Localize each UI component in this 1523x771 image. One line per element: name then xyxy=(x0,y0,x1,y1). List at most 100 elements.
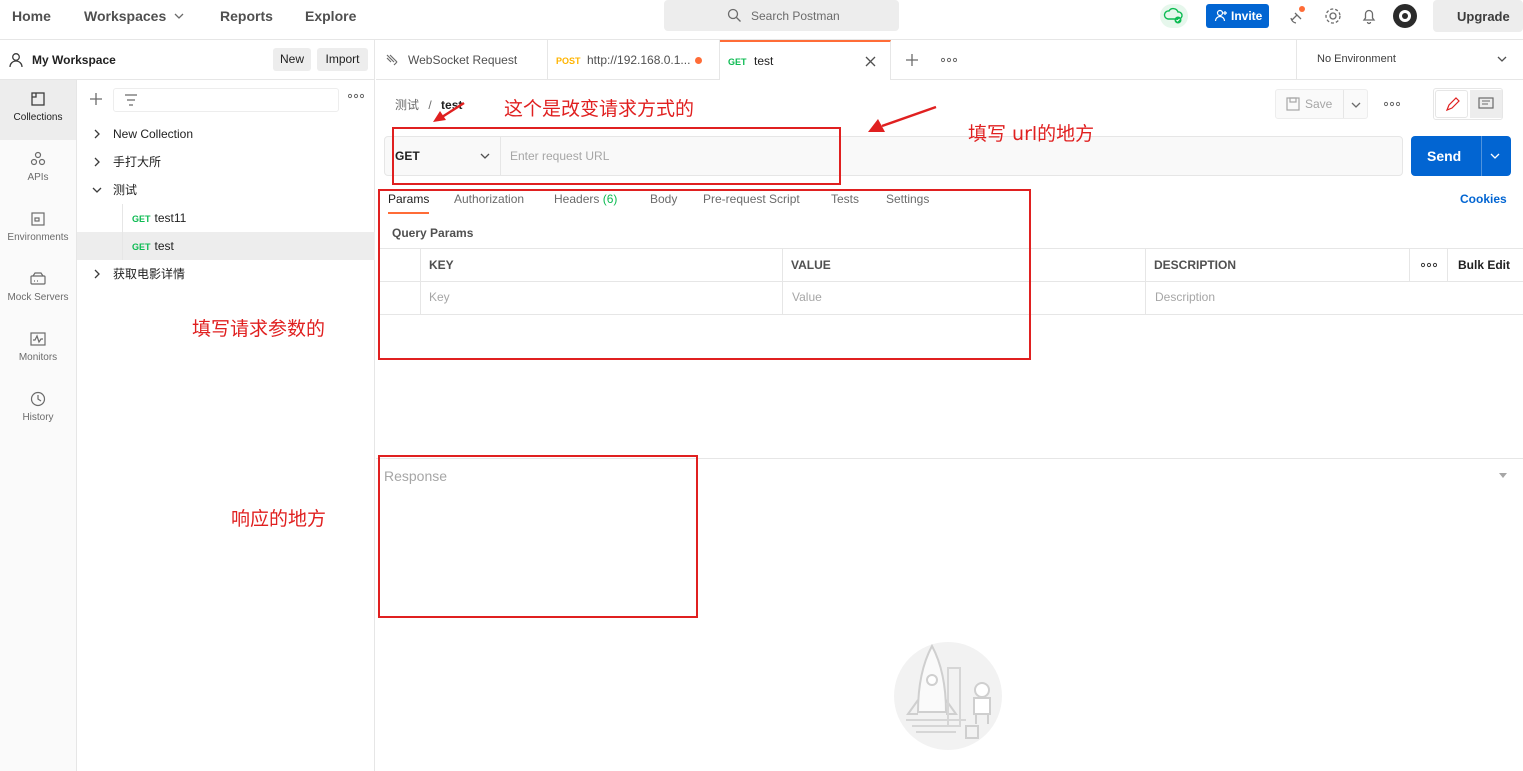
tab-label: WebSocket Request xyxy=(408,53,518,67)
column-header-description: DESCRIPTION xyxy=(1154,258,1237,272)
environment-selector[interactable]: No Environment xyxy=(1296,40,1523,79)
chevron-down-icon xyxy=(92,186,102,194)
top-bar: Home Workspaces Reports Explore Search P… xyxy=(0,0,1523,40)
sidebar-item-label: APIs xyxy=(27,172,49,183)
bulk-edit-link[interactable]: Bulk Edit xyxy=(1458,258,1510,272)
sidebar-item-apis[interactable]: APIs xyxy=(0,140,76,200)
sync-icon[interactable] xyxy=(1160,4,1188,28)
upgrade-button[interactable]: Upgrade xyxy=(1433,0,1523,32)
search-placeholder: Search Postman xyxy=(751,9,840,23)
table-border xyxy=(1409,248,1410,281)
tree-item-collection[interactable]: 获取电影详情 xyxy=(77,260,375,288)
gear-icon[interactable] xyxy=(1323,6,1343,26)
edit-icon[interactable] xyxy=(1435,90,1468,118)
new-button[interactable]: New xyxy=(273,48,311,71)
tab-label: test xyxy=(754,54,774,68)
tab-label: http://192.168.0.1... xyxy=(587,53,691,67)
avatar[interactable] xyxy=(1393,4,1417,28)
monitor-icon xyxy=(29,330,47,348)
annotation-url: 填写 url的地方 xyxy=(968,123,1095,145)
annotation-arrow-url xyxy=(866,104,940,136)
rocket-illustration xyxy=(886,640,1008,752)
nav-workspaces[interactable]: Workspaces xyxy=(84,0,184,40)
nav-explore[interactable]: Explore xyxy=(305,0,356,40)
sidebar-item-label: Collections xyxy=(13,112,63,123)
send-label: Send xyxy=(1427,148,1462,164)
server-icon xyxy=(29,270,47,288)
more-icon[interactable] xyxy=(1384,101,1400,107)
comment-icon[interactable] xyxy=(1470,90,1502,118)
environments-icon xyxy=(29,210,47,228)
sidebar-item-history[interactable]: History xyxy=(0,380,76,440)
sidebar-rail: Collections APIs Environments Mock Serve… xyxy=(0,80,77,771)
close-icon[interactable] xyxy=(865,56,876,67)
divider xyxy=(1343,90,1344,118)
table-border xyxy=(1447,248,1448,281)
sidebar-item-collections[interactable]: Collections xyxy=(0,80,76,140)
tab-bar: WebSocket Request POST http://192.168.0.… xyxy=(376,40,1523,80)
bell-icon[interactable] xyxy=(1359,6,1379,26)
history-icon xyxy=(29,390,47,408)
tree-item-label: test xyxy=(154,239,174,253)
more-icon[interactable] xyxy=(1421,262,1437,268)
sidebar-item-monitors[interactable]: Monitors xyxy=(0,320,76,380)
import-button[interactable]: Import xyxy=(317,48,368,71)
tab-websocket[interactable]: WebSocket Request xyxy=(376,40,548,79)
method-badge: POST xyxy=(556,56,581,66)
description-input[interactable]: Description xyxy=(1155,290,1215,304)
sidebar-item-label: Mock Servers xyxy=(7,292,69,303)
save-icon xyxy=(1286,97,1300,111)
breadcrumb-parent[interactable]: 测试 xyxy=(395,98,419,112)
search-icon xyxy=(727,8,742,23)
table-border xyxy=(1145,248,1146,314)
invite-label: Invite xyxy=(1231,9,1263,23)
tree-item-collection[interactable]: 测试 xyxy=(77,176,375,204)
filter-icon xyxy=(124,94,138,106)
more-icon[interactable] xyxy=(348,93,364,99)
cookies-link[interactable]: Cookies xyxy=(1460,192,1507,206)
send-button[interactable]: Send xyxy=(1411,136,1511,176)
chevron-down-icon[interactable] xyxy=(1351,101,1361,109)
tree-item-label: 手打大所 xyxy=(113,155,162,169)
plus-icon[interactable] xyxy=(89,92,103,106)
chevron-down-icon[interactable] xyxy=(1490,152,1500,160)
tree-guide xyxy=(122,204,123,232)
nav-reports[interactable]: Reports xyxy=(220,0,273,40)
annotation-arrow-method xyxy=(430,100,470,124)
invite-button[interactable]: Invite xyxy=(1206,4,1269,28)
user-icon xyxy=(9,52,23,68)
tab-get-test[interactable]: GET test xyxy=(720,40,891,80)
tree-item-collection[interactable]: New Collection xyxy=(77,120,375,148)
chevron-down-icon xyxy=(174,11,184,21)
tree-item-request[interactable]: GET test11 xyxy=(77,204,375,232)
tree-item-collection[interactable]: 手打大所 xyxy=(77,148,375,176)
sidebar-item-label: Monitors xyxy=(18,352,58,363)
tree-item-label: 获取电影详情 xyxy=(113,267,186,281)
nav-home[interactable]: Home xyxy=(12,0,51,40)
tree-item-label: 测试 xyxy=(113,183,138,197)
caret-down-icon[interactable] xyxy=(1498,472,1508,479)
sidebar-item-environments[interactable]: Environments xyxy=(0,200,76,260)
websocket-icon xyxy=(385,53,399,67)
satellite-icon[interactable] xyxy=(1288,6,1308,26)
sidebar-item-mock-servers[interactable]: Mock Servers xyxy=(0,260,76,320)
tab-post-request[interactable]: POST http://192.168.0.1... xyxy=(548,40,720,79)
nav-workspaces-label: Workspaces xyxy=(84,8,167,24)
annotation-params: 填写请求参数的 xyxy=(192,318,326,340)
annotation-box-method-url xyxy=(392,127,841,185)
sidebar-item-label: History xyxy=(22,412,54,423)
annotation-box-response xyxy=(378,455,698,618)
search-bar[interactable]: Search Postman xyxy=(664,0,899,31)
upgrade-label: Upgrade xyxy=(1457,9,1510,24)
filter-input[interactable] xyxy=(113,88,339,112)
tree-item-request[interactable]: GET test xyxy=(77,232,375,260)
collections-icon xyxy=(29,90,47,108)
save-button[interactable]: Save xyxy=(1275,89,1368,119)
tree-guide xyxy=(122,232,123,260)
collections-pane: New Collection 手打大所 测试 GET test11 GET test… xyxy=(77,80,375,771)
tree-item-label: test11 xyxy=(154,211,187,225)
method-badge: GET xyxy=(132,214,151,224)
plus-icon[interactable] xyxy=(905,53,919,67)
annotation-method: 这个是改变请求方式的 xyxy=(504,98,695,120)
more-icon[interactable] xyxy=(941,57,957,63)
